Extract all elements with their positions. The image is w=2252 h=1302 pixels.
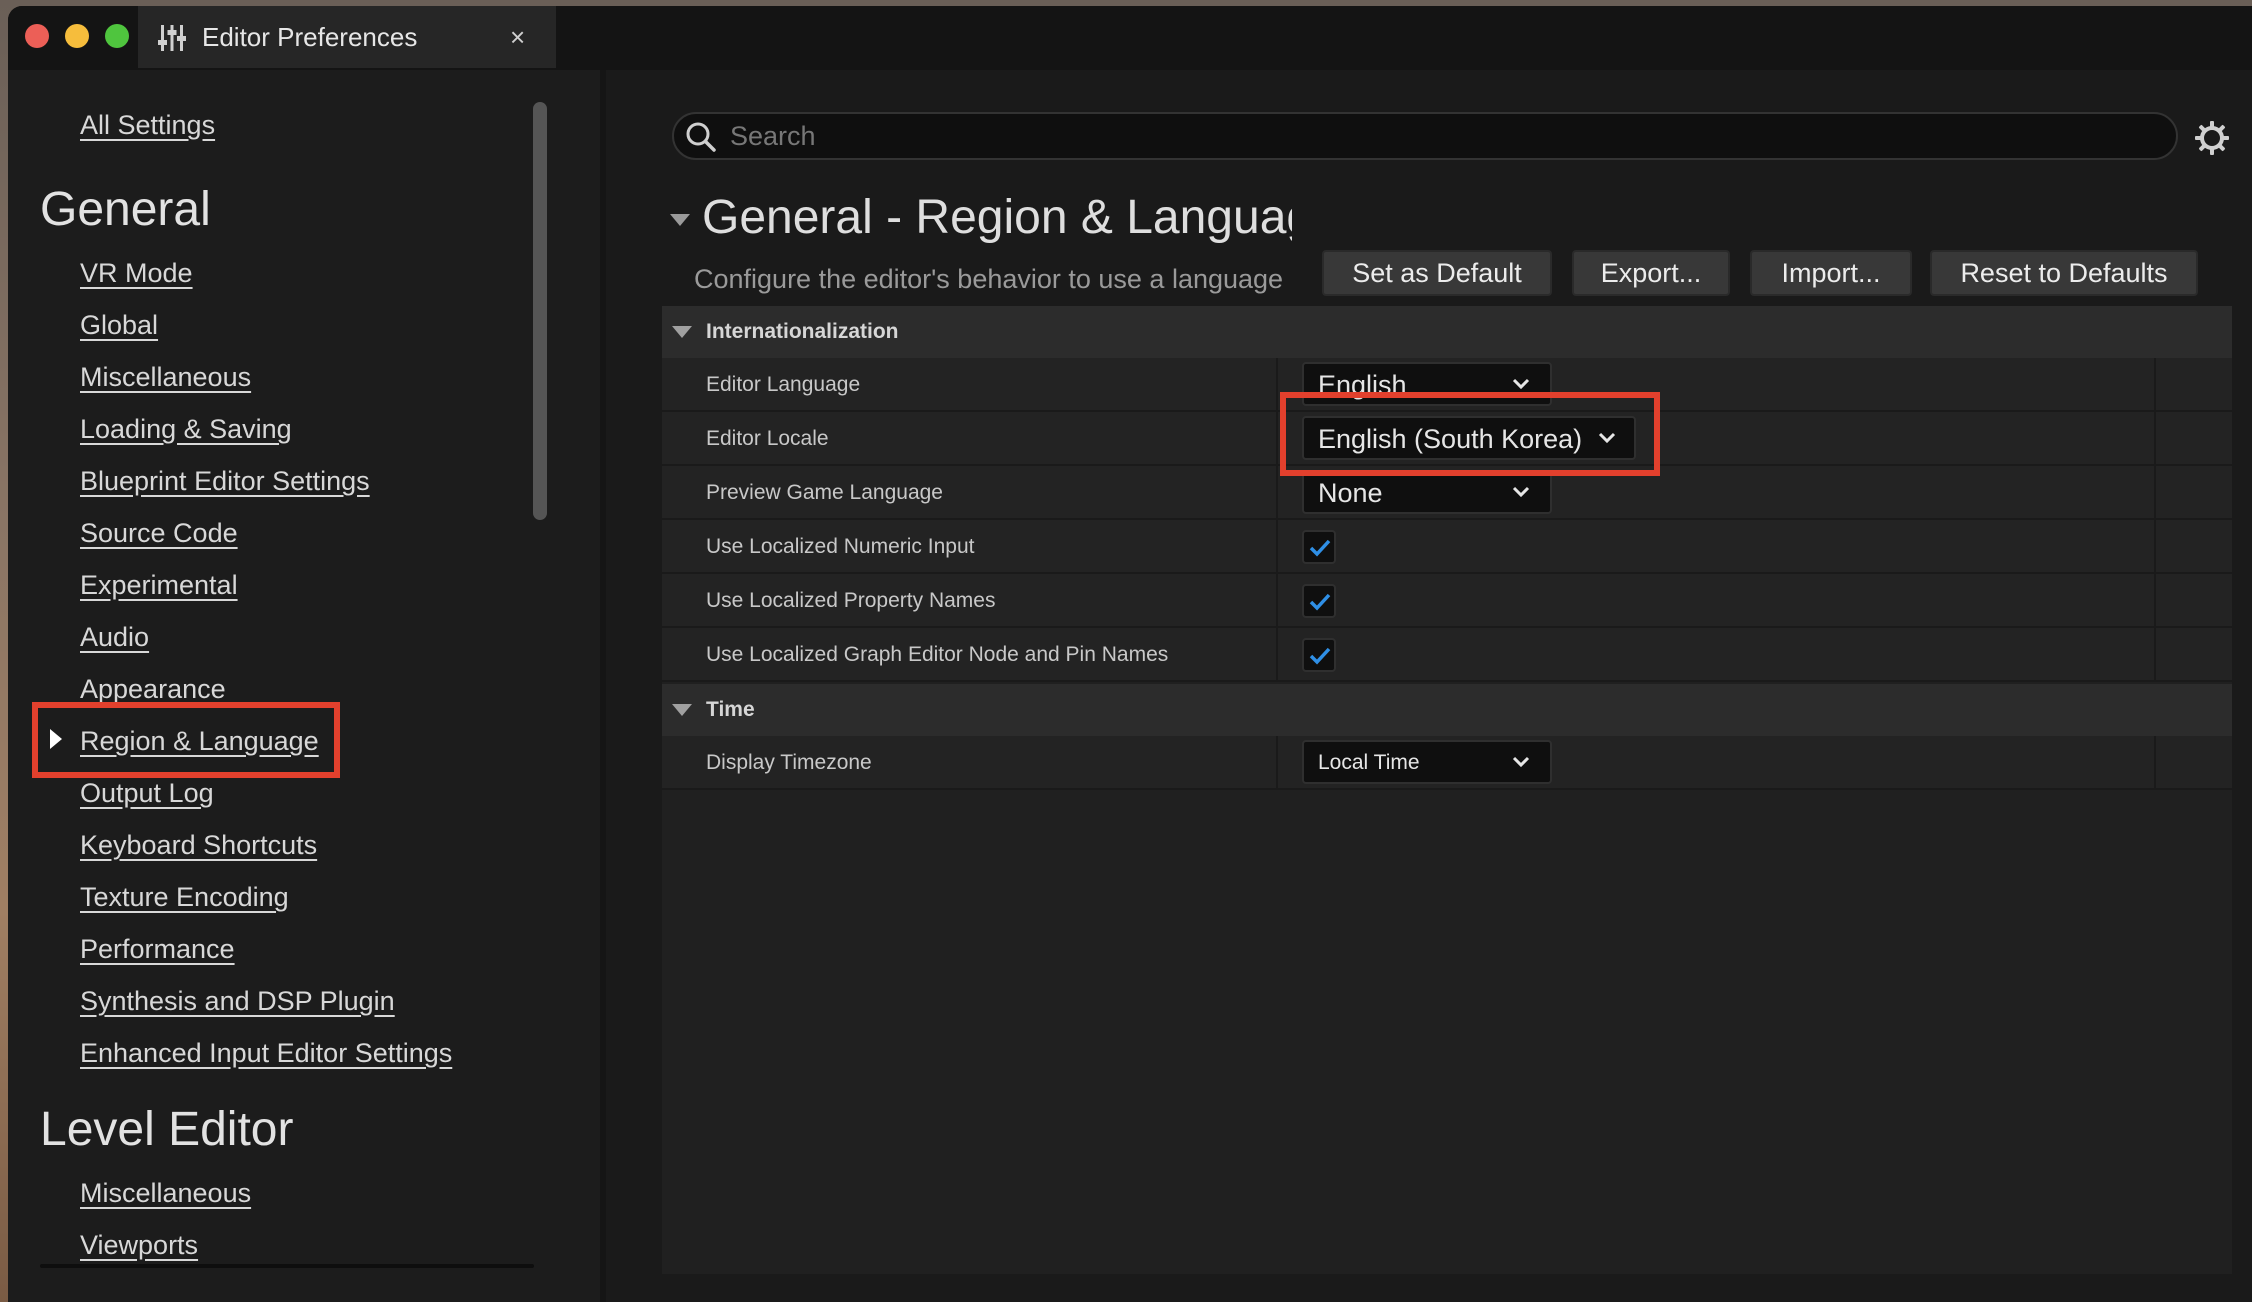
reset-to-defaults-button[interactable]: Reset to Defaults: [1930, 250, 2198, 296]
sidebar-item-all-settings[interactable]: All Settings: [80, 110, 215, 141]
dropdown-value: None: [1318, 478, 1383, 508]
property-row-localized-numeric-input: Use Localized Numeric Input: [662, 520, 2232, 574]
sidebar-item-level-miscellaneous[interactable]: Miscellaneous: [80, 1178, 251, 1209]
checkmark-icon: [1309, 539, 1331, 557]
column-splitter[interactable]: [2154, 358, 2156, 412]
section-description: Configure the editor's behavior to use a…: [694, 264, 1284, 294]
sidebar-bottom-scroll-indicator: [40, 1264, 534, 1268]
sidebar-item-miscellaneous[interactable]: Miscellaneous: [80, 362, 251, 393]
localized-graph-names-checkbox[interactable]: [1302, 638, 1336, 672]
property-name: Display Timezone: [706, 751, 872, 774]
sidebar-heading-level-editor: Level Editor: [40, 1103, 294, 1156]
column-splitter[interactable]: [1276, 358, 1278, 412]
column-splitter[interactable]: [1276, 412, 1278, 466]
column-splitter[interactable]: [1276, 520, 1278, 574]
section-collapse-icon[interactable]: [670, 214, 690, 226]
property-name: Use Localized Property Names: [706, 589, 996, 612]
category-label: Time: [706, 698, 755, 721]
search-input[interactable]: [730, 118, 2150, 154]
preview-game-language-dropdown[interactable]: None: [1302, 470, 1552, 514]
column-splitter[interactable]: [1276, 736, 1278, 790]
sidebar-item-output-log[interactable]: Output Log: [80, 778, 214, 809]
localized-numeric-input-checkbox[interactable]: [1302, 530, 1336, 564]
title-bar: Editor Preferences ×: [8, 6, 2252, 70]
sidebar-item-appearance[interactable]: Appearance: [80, 674, 226, 705]
checkmark-icon: [1309, 647, 1331, 665]
section-title: General - Region & Language: [702, 191, 1292, 244]
column-splitter[interactable]: [1276, 574, 1278, 628]
property-row-localized-property-names: Use Localized Property Names: [662, 574, 2232, 628]
display-timezone-dropdown[interactable]: Local Time: [1302, 740, 1552, 784]
category-label: Internationalization: [706, 320, 899, 343]
sidebar-heading-general: General: [40, 183, 211, 236]
column-splitter[interactable]: [2154, 736, 2156, 790]
column-splitter[interactable]: [2154, 574, 2156, 628]
tab-close-icon[interactable]: ×: [510, 22, 525, 52]
sidebar-item-performance[interactable]: Performance: [80, 934, 235, 965]
sidebar-item-global[interactable]: Global: [80, 310, 158, 341]
tab-editor-preferences[interactable]: Editor Preferences ×: [138, 6, 556, 68]
export-button[interactable]: Export...: [1572, 250, 1730, 296]
column-splitter[interactable]: [2154, 412, 2156, 466]
editor-locale-highlight: [1280, 392, 1660, 476]
tab-title: Editor Preferences: [202, 22, 418, 52]
sliders-icon: [158, 25, 186, 51]
category-internationalization[interactable]: Internationalization: [662, 306, 2232, 358]
category-time[interactable]: Time: [662, 684, 2232, 736]
import-button[interactable]: Import...: [1750, 250, 1912, 296]
property-name: Preview Game Language: [706, 481, 943, 504]
sidebar-item-loading-saving[interactable]: Loading & Saving: [80, 414, 292, 445]
category-collapse-icon[interactable]: [672, 326, 692, 338]
sidebar-item-experimental[interactable]: Experimental: [80, 570, 238, 601]
sidebar-item-source-code[interactable]: Source Code: [80, 518, 238, 549]
localized-property-names-checkbox[interactable]: [1302, 584, 1336, 618]
sidebar-item-keyboard-shortcuts[interactable]: Keyboard Shortcuts: [80, 830, 317, 861]
sidebar-item-viewports[interactable]: Viewports: [80, 1230, 198, 1261]
sidebar-item-synthesis-dsp-plugin[interactable]: Synthesis and DSP Plugin: [80, 986, 395, 1017]
window-minimize-button[interactable]: [65, 24, 89, 48]
region-language-highlight: [32, 702, 340, 778]
property-name: Use Localized Graph Editor Node and Pin …: [706, 643, 1169, 666]
set-as-default-button[interactable]: Set as Default: [1322, 250, 1552, 296]
search-icon: [686, 122, 716, 152]
chevron-down-icon: [1512, 756, 1530, 768]
checkmark-icon: [1309, 593, 1331, 611]
sidebar-item-enhanced-input-editor-settings[interactable]: Enhanced Input Editor Settings: [80, 1038, 452, 1069]
column-splitter[interactable]: [1276, 466, 1278, 520]
chevron-down-icon: [1512, 486, 1530, 498]
sidebar-item-audio[interactable]: Audio: [80, 622, 149, 653]
search-box[interactable]: [672, 112, 2178, 160]
property-name: Use Localized Numeric Input: [706, 535, 975, 558]
window-close-button[interactable]: [25, 24, 49, 48]
property-name: Editor Language: [706, 373, 861, 396]
sidebar-item-blueprint-editor-settings[interactable]: Blueprint Editor Settings: [80, 466, 370, 497]
sidebar-scrollbar[interactable]: [533, 102, 547, 520]
editor-preferences-window: Editor Preferences × All Settings Genera…: [8, 6, 2252, 1302]
dropdown-value: Local Time: [1318, 751, 1420, 774]
column-splitter[interactable]: [1276, 628, 1278, 682]
chevron-down-icon: [1512, 378, 1530, 390]
column-splitter[interactable]: [2154, 628, 2156, 682]
category-collapse-icon[interactable]: [672, 704, 692, 716]
gear-icon[interactable]: [2194, 120, 2230, 156]
property-row-localized-graph-names: Use Localized Graph Editor Node and Pin …: [662, 628, 2232, 682]
sidebar-item-texture-encoding[interactable]: Texture Encoding: [80, 882, 289, 913]
property-name: Editor Locale: [706, 427, 829, 450]
property-row-display-timezone: Display Timezone Local Time: [662, 736, 2232, 790]
column-splitter[interactable]: [2154, 520, 2156, 574]
column-splitter[interactable]: [2154, 466, 2156, 520]
sidebar-item-vr-mode[interactable]: VR Mode: [80, 258, 193, 289]
window-zoom-button[interactable]: [105, 24, 129, 48]
